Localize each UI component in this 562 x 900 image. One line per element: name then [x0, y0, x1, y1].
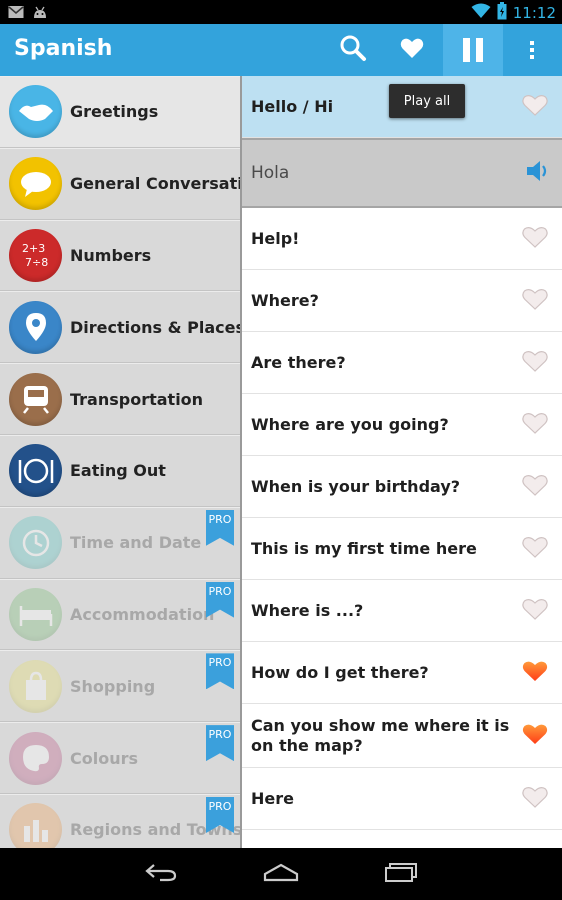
heart-icon[interactable] [522, 598, 548, 624]
map-pin-icon [9, 300, 62, 354]
phrase-text: This is my first time here [251, 538, 477, 558]
phrase-row[interactable]: Where are you going? [242, 394, 562, 456]
category-item[interactable]: Greetings [0, 76, 240, 148]
pause-button[interactable] [443, 24, 503, 76]
phrase-row[interactable]: Where is ...? [242, 580, 562, 642]
phrase-row[interactable]: This is my first time here [242, 518, 562, 580]
heart-icon[interactable] [522, 412, 548, 438]
category-item[interactable]: Shopping PRO [0, 650, 240, 723]
phrase-row[interactable]: Here [242, 768, 562, 830]
home-button[interactable] [261, 860, 301, 888]
phrase-text: Are there? [251, 352, 346, 372]
category-label: Eating Out [70, 461, 166, 481]
category-item[interactable]: 2+3 7÷8 Numbers [0, 219, 240, 292]
play-all-tooltip: Play all [389, 84, 465, 118]
clock-icon [9, 516, 62, 570]
heart-icon[interactable] [522, 660, 548, 686]
shopping-bag-icon [9, 659, 62, 713]
category-label: Directions & Places [70, 317, 240, 337]
favorites-button[interactable] [384, 24, 440, 76]
pause-icon [460, 38, 486, 62]
pro-badge: PRO [206, 509, 234, 546]
phrase-list: Hello / Hi Hola Help! Where? Are there? Where… [242, 76, 562, 848]
phrase-text: Where? [251, 290, 319, 310]
bed-icon [9, 587, 62, 641]
svg-text:7÷8: 7÷8 [25, 256, 48, 269]
phrase-text: Where is ...? [251, 600, 364, 620]
phrase-text: Where are you going? [251, 414, 449, 434]
category-item[interactable]: Transportation [0, 363, 240, 435]
recents-button[interactable] [381, 860, 421, 888]
pro-badge: PRO [206, 581, 234, 618]
heart-icon[interactable] [522, 226, 548, 252]
heart-icon[interactable] [522, 288, 548, 314]
translation-text: Hola [251, 162, 290, 183]
speech-bubble-icon [9, 157, 62, 211]
heart-icon [400, 37, 424, 63]
pro-badge: PRO [206, 653, 234, 690]
handshake-icon [9, 85, 62, 139]
category-label: Transportation [70, 389, 204, 409]
category-label: Shopping [70, 676, 156, 696]
category-item[interactable]: Time and Date PRO [0, 506, 240, 579]
category-label: Numbers [70, 245, 152, 265]
category-item[interactable]: Regions and Towns PRO [0, 793, 240, 848]
overflow-menu-button[interactable] [504, 24, 560, 76]
city-icon [9, 803, 62, 848]
speaker-icon[interactable] [524, 157, 552, 189]
train-icon [9, 372, 62, 426]
category-label: Colours [70, 748, 139, 768]
phrase-row[interactable]: Help! [242, 208, 562, 270]
category-list: Greetings General Conversation 2+37÷8 Numbe… [0, 76, 240, 848]
translation-row[interactable]: Hola [242, 138, 562, 208]
search-button[interactable] [325, 24, 381, 76]
numbers-icon: 2+3 7÷8 [9, 228, 62, 282]
phrase-row[interactable]: How do I get there? [242, 642, 562, 704]
phrase-row[interactable]: Are there? [242, 332, 562, 394]
phrase-text: Hello / Hi [251, 96, 334, 116]
back-button[interactable] [141, 860, 181, 888]
category-item[interactable]: General Conversation [0, 147, 240, 220]
back-icon [144, 862, 178, 886]
action-bar: Spanish [0, 24, 562, 76]
battery-icon [497, 2, 507, 24]
heart-icon[interactable] [522, 94, 548, 120]
pro-badge: PRO [206, 725, 234, 762]
phrase-text: When is your birthday? [251, 476, 461, 496]
navigation-bar [0, 848, 562, 900]
phrase-text: Here [251, 788, 294, 808]
app-title: Spanish [14, 36, 113, 61]
phrase-row[interactable]: Where? [242, 270, 562, 332]
plate-icon [9, 444, 62, 498]
phrase-text: Help! [251, 228, 300, 248]
heart-icon[interactable] [522, 350, 548, 376]
category-item[interactable]: Colours PRO [0, 722, 240, 794]
category-label: Greetings [70, 102, 159, 122]
category-item[interactable]: Accommodation PRO [0, 578, 240, 651]
category-item[interactable]: Directions & Places [0, 291, 240, 364]
heart-icon[interactable] [522, 723, 548, 749]
search-icon [339, 34, 367, 66]
heart-icon[interactable] [522, 474, 548, 500]
palette-icon [9, 731, 62, 785]
wifi-icon [471, 3, 491, 23]
android-notification-icon [32, 4, 48, 23]
status-time: 11:12 [512, 4, 556, 22]
category-label: General Conversation [70, 174, 240, 194]
gmail-notification-icon [8, 4, 24, 23]
phrase-row[interactable]: Can you show me where it is on the map? [242, 704, 562, 768]
status-bar: 11:12 [0, 0, 562, 24]
phrase-row[interactable]: When is your birthday? [242, 456, 562, 518]
heart-icon[interactable] [522, 786, 548, 812]
overflow-menu-icon [530, 41, 534, 59]
phrase-text: How do I get there? [251, 662, 429, 682]
recents-icon [384, 861, 418, 887]
home-icon [263, 862, 299, 886]
category-label: Time and Date [70, 533, 202, 553]
phrase-text: Can you show me where it is on the map? [251, 716, 510, 755]
category-item[interactable]: Eating Out [0, 434, 240, 507]
svg-text:2+3: 2+3 [22, 242, 45, 255]
category-label: Accommodation [70, 604, 215, 624]
heart-icon[interactable] [522, 536, 548, 562]
